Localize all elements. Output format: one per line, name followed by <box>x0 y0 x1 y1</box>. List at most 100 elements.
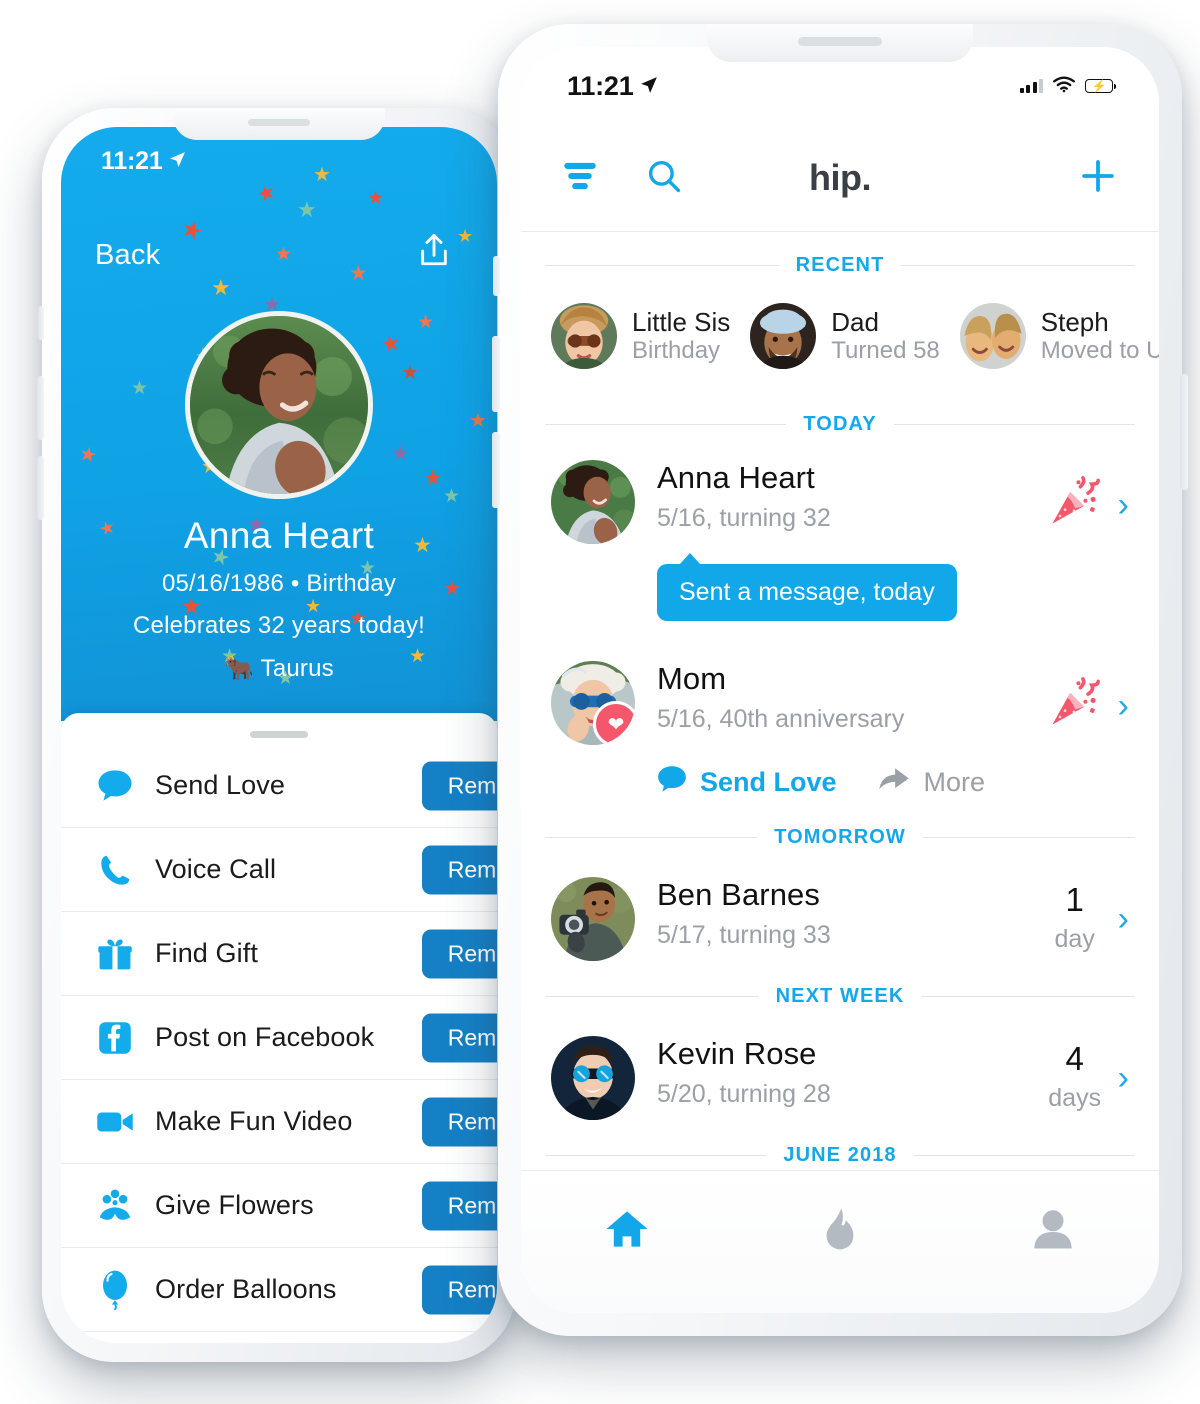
send-love-button[interactable]: Send Love <box>657 765 837 800</box>
contact-name: Anna Heart <box>657 460 815 495</box>
recent-name: Steph <box>1040 306 1109 337</box>
timeline-row-mom[interactable]: ❤ Mom 5/16, 40th anniversary › <box>521 649 1159 749</box>
recent-contacts-row[interactable]: Little Sis Birthday Dad Turned 58 Steph … <box>521 289 1159 387</box>
section-divider-tomorrow: TOMORROW <box>521 826 1159 849</box>
volume-up-button[interactable] <box>492 336 500 412</box>
timeline-row-anna-heart[interactable]: Anna Heart 5/16, turning 32 › <box>521 448 1159 548</box>
avatar <box>551 303 617 369</box>
actions-sheet: Send LoveRemindVoice CallRemindFind Gift… <box>61 713 497 1343</box>
right-phone-screen: hip. RECENT Little Sis Birthday Dad Turn… <box>521 47 1159 1313</box>
recent-item[interactable]: Steph Moved to U <box>959 303 1159 369</box>
left-phone-device: ★ ★ ★ ★ ★ ★ ★ ★ ★ ★ ★ ★ ★ ★ ★ ★ ★ ★ ★ ★ … <box>37 108 521 1362</box>
sheet-drag-handle[interactable] <box>250 731 308 738</box>
timeline-row-ben-barnes[interactable]: Ben Barnes 5/17, turning 33 1 day › <box>521 861 1159 965</box>
location-arrow-icon <box>640 70 658 101</box>
action-row[interactable]: Post on Facebook Remind <box>61 996 497 1080</box>
remind-button[interactable]: Remind <box>421 1265 497 1314</box>
flower-icon <box>95 1186 135 1226</box>
search-icon[interactable] <box>647 159 681 198</box>
action-row[interactable]: Make Fun Video Remind <box>61 1080 497 1164</box>
status-time-right: 11:21 <box>567 71 658 102</box>
action-row[interactable]: Voice Call Remind <box>61 828 497 912</box>
avatar <box>551 877 635 961</box>
profile-name: Anna Heart <box>183 515 375 556</box>
volume-down-button[interactable] <box>492 432 500 508</box>
section-label-tomorrow: TOMORROW <box>774 826 906 848</box>
tab-flame[interactable] <box>800 1199 880 1263</box>
remind-button[interactable]: Remind <box>421 1097 497 1146</box>
recent-item[interactable]: Dad Turned 58 <box>750 303 940 369</box>
timeline-row-kevin-rose[interactable]: Kevin Rose 5/20, turning 28 4 days › <box>521 1020 1159 1124</box>
recent-item[interactable]: Little Sis Birthday <box>551 303 730 369</box>
app-logo: hip. <box>809 157 871 198</box>
tab-home[interactable] <box>587 1199 667 1263</box>
action-row[interactable]: Give Flowers Remind <box>61 1164 497 1248</box>
contact-meta: 5/17, turning 33 <box>657 921 831 949</box>
action-label: Make Fun Video <box>155 1106 353 1136</box>
contact-meta: 5/16, turning 32 <box>657 504 831 532</box>
profile-hero: ★ ★ ★ ★ ★ ★ ★ ★ ★ ★ ★ ★ ★ ★ ★ ★ ★ ★ ★ ★ … <box>61 127 497 721</box>
party-popper-icon <box>1046 474 1102 535</box>
mom-subrow: Send Love More <box>521 765 1159 800</box>
action-label: Voice Call <box>155 854 277 884</box>
volume-down-button[interactable] <box>37 456 44 520</box>
tab-profile[interactable] <box>1013 1199 1093 1263</box>
flame-icon <box>822 1207 858 1256</box>
avatar: ❤ <box>551 661 635 745</box>
chevron-right-icon[interactable]: › <box>1118 488 1129 522</box>
phone-icon <box>95 850 135 890</box>
countdown-value: 1 <box>1065 881 1084 918</box>
battery-charging-icon: ⚡ <box>1085 79 1116 93</box>
mute-switch[interactable] <box>38 306 44 340</box>
avatar <box>551 1036 635 1120</box>
mute-switch[interactable] <box>493 256 500 296</box>
action-row[interactable]: Find Gift Remind <box>61 912 497 996</box>
chat-bubble-icon <box>95 766 135 806</box>
contact-name: Mom <box>657 661 727 696</box>
contact-name: Ben Barnes <box>657 877 820 912</box>
action-row[interactable]: Send Love Remind <box>61 744 497 828</box>
filter-icon[interactable] <box>563 161 597 196</box>
remind-button[interactable]: Remind <box>421 761 497 810</box>
timeline-scroll[interactable]: RECENT Little Sis Birthday Dad Turned 58… <box>521 232 1159 1170</box>
recent-note: Birthday <box>632 337 721 365</box>
balloon-icon <box>95 1270 135 1310</box>
screenshot-stage: ★ ★ ★ ★ ★ ★ ★ ★ ★ ★ ★ ★ ★ ★ ★ ★ ★ ★ ★ ★ … <box>0 0 1200 1404</box>
profile-summary: Anna Heart 05/16/1986 • Birthday Celebra… <box>61 515 497 683</box>
action-label: Give Flowers <box>155 1190 314 1220</box>
avatar <box>750 303 817 369</box>
share-arrow-icon <box>877 765 911 800</box>
countdown: 4 days <box>1048 1042 1102 1113</box>
countdown-value: 4 <box>1065 1040 1084 1077</box>
wifi-icon <box>1052 75 1076 98</box>
remind-button[interactable]: Remind <box>421 929 497 978</box>
remind-button[interactable]: Remind <box>421 845 497 894</box>
recent-name: Dad <box>831 306 879 337</box>
more-button[interactable]: More <box>877 765 985 800</box>
bottom-tab-bar <box>521 1170 1159 1313</box>
contact-meta: 5/16, 40th anniversary <box>657 705 905 733</box>
chat-bubble-icon <box>657 765 687 800</box>
remind-button[interactable]: Remind <box>421 1013 497 1062</box>
share-icon[interactable] <box>417 231 451 271</box>
person-icon <box>1032 1208 1074 1255</box>
action-row[interactable]: Order Balloons Remind <box>61 1248 497 1332</box>
action-label: Order Balloons <box>155 1274 337 1304</box>
chevron-right-icon[interactable]: › <box>1118 1061 1129 1095</box>
action-row[interactable]: Send PostcardRemind <box>61 1332 497 1343</box>
recent-note: Turned 58 <box>831 337 940 365</box>
plus-icon[interactable] <box>1079 157 1117 200</box>
chevron-right-icon[interactable]: › <box>1118 689 1129 723</box>
power-button[interactable] <box>1180 374 1188 490</box>
volume-up-button[interactable] <box>37 376 44 440</box>
action-label: Send Love <box>155 770 286 800</box>
avatar <box>959 303 1026 369</box>
chevron-right-icon[interactable]: › <box>1118 902 1129 936</box>
left-phone-notch <box>173 108 385 140</box>
party-popper-icon <box>1046 675 1102 736</box>
anna-heart-subrow: Sent a message, today <box>521 548 1159 627</box>
avatar <box>551 460 635 544</box>
back-button[interactable]: Back <box>95 239 160 272</box>
recent-note: Moved to U <box>1040 337 1159 365</box>
remind-button[interactable]: Remind <box>421 1181 497 1230</box>
